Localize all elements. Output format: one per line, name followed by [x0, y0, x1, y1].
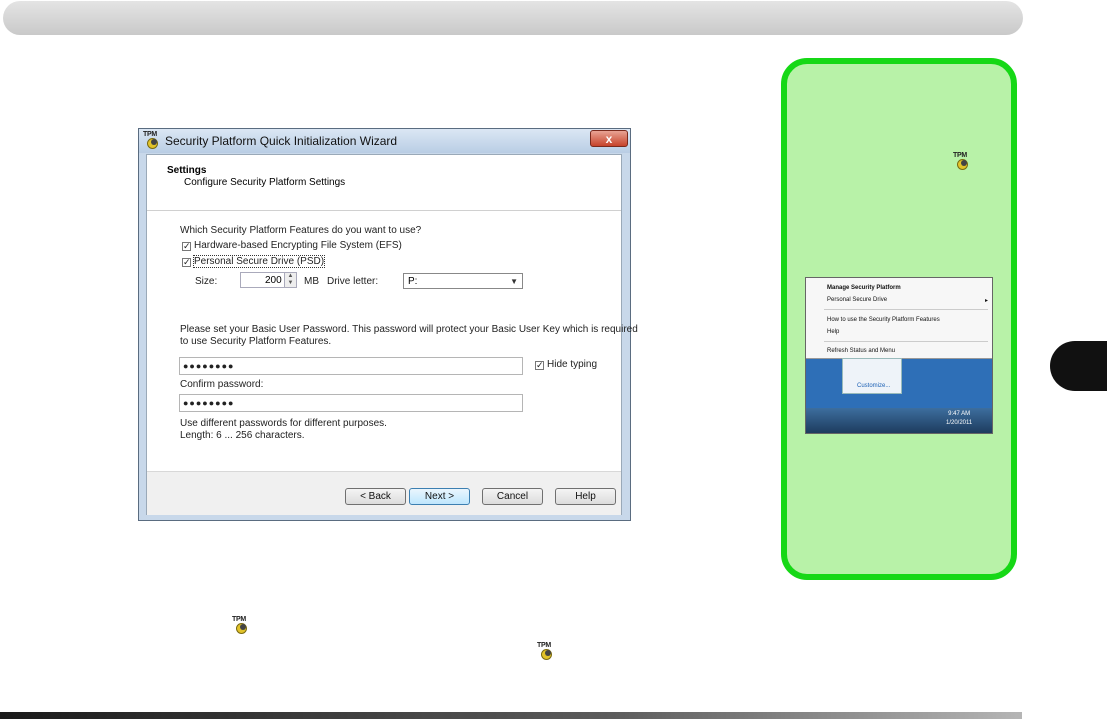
password-instructions-2: to use Security Platform Features.	[180, 336, 332, 347]
menu-separator	[824, 309, 988, 310]
menu-item-help[interactable]: Help	[827, 329, 839, 335]
clock-time: 9:47 AM	[948, 411, 971, 417]
size-value: 200	[265, 275, 282, 286]
clock-date: 1/20/2011	[946, 420, 973, 426]
tray-menu-screenshot: Manage Security Platform Personal Secure…	[805, 277, 993, 434]
customize-link[interactable]: Customize...	[857, 383, 890, 389]
hide-typing-checkbox[interactable]: ✓	[535, 361, 544, 370]
psd-label: Personal Secure Drive (PSD)	[192, 255, 326, 268]
taskbar: 9:47 AM 1/20/2011	[806, 408, 992, 433]
submenu-arrow-icon: ▸	[985, 298, 989, 304]
wizard-titlebar[interactable]: TPM Security Platform Quick Initializati…	[139, 129, 630, 153]
size-label: Size:	[195, 276, 218, 287]
cancel-button[interactable]: Cancel	[482, 488, 543, 505]
back-button[interactable]: < Back	[345, 488, 406, 505]
chevron-down-icon: ▼	[510, 277, 518, 286]
password-instructions-1: Please set your Basic User Password. Thi…	[180, 324, 638, 335]
psd-checkbox[interactable]: ✓	[182, 258, 191, 267]
close-button[interactable]: x	[590, 130, 628, 147]
menu-item-psd[interactable]: Personal Secure Drive	[827, 297, 887, 303]
efs-label: Hardware-based Encrypting File System (E…	[194, 240, 402, 251]
confirm-password-label: Confirm password:	[180, 379, 264, 390]
drive-letter-label: Drive letter:	[327, 276, 379, 287]
wizard-header: Settings Configure Security Platform Set…	[147, 155, 621, 211]
size-unit: MB	[304, 276, 319, 287]
page-footer-rule	[0, 712, 1022, 719]
stepper-arrows-icon[interactable]: ▲ ▼	[284, 273, 296, 287]
hide-typing-label: Hide typing	[547, 359, 598, 370]
password-field[interactable]: ●●●●●●●●	[179, 357, 523, 375]
menu-item-how-to[interactable]: How to use the Security Platform Feature…	[827, 317, 940, 323]
tpm-icon: TPM	[537, 642, 559, 665]
menu-item-manage[interactable]: Manage Security Platform	[827, 285, 901, 291]
next-button[interactable]: Next >	[409, 488, 470, 505]
settings-title: Settings	[167, 165, 207, 176]
context-menu: Manage Security Platform Personal Secure…	[806, 278, 992, 359]
help-button[interactable]: Help	[555, 488, 616, 505]
wizard-content: Settings Configure Security Platform Set…	[146, 154, 638, 515]
page-header-bar	[3, 1, 1023, 35]
tpm-icon: TPM	[232, 616, 254, 639]
chapter-tab	[1050, 341, 1107, 391]
wizard-window: TPM Security Platform Quick Initializati…	[138, 128, 638, 521]
size-stepper[interactable]: 200 ▲ ▼	[240, 272, 297, 288]
drive-letter-select[interactable]: P: ▼	[403, 273, 523, 289]
tpm-icon: TPM	[953, 152, 975, 175]
settings-subtitle: Configure Security Platform Settings	[184, 177, 346, 188]
features-question: Which Security Platform Features do you …	[180, 225, 422, 236]
confirm-password-field[interactable]: ●●●●●●●●	[179, 394, 523, 412]
taskbar-clock[interactable]: 9:47 AM 1/20/2011	[946, 410, 972, 428]
tpm-icon: TPM	[143, 131, 161, 150]
tray-overflow-popup: Customize...	[842, 358, 902, 394]
efs-checkbox[interactable]: ✓	[182, 242, 191, 251]
wizard-footer: < Back Next > Cancel Help	[147, 471, 621, 515]
menu-separator	[824, 341, 988, 342]
password-hint-2: Length: 6 ... 256 characters.	[180, 430, 305, 441]
wizard-title: Security Platform Quick Initialization W…	[165, 134, 398, 148]
menu-item-refresh[interactable]: Refresh Status and Menu	[827, 348, 895, 354]
password-hint-1: Use different passwords for different pu…	[180, 418, 387, 429]
